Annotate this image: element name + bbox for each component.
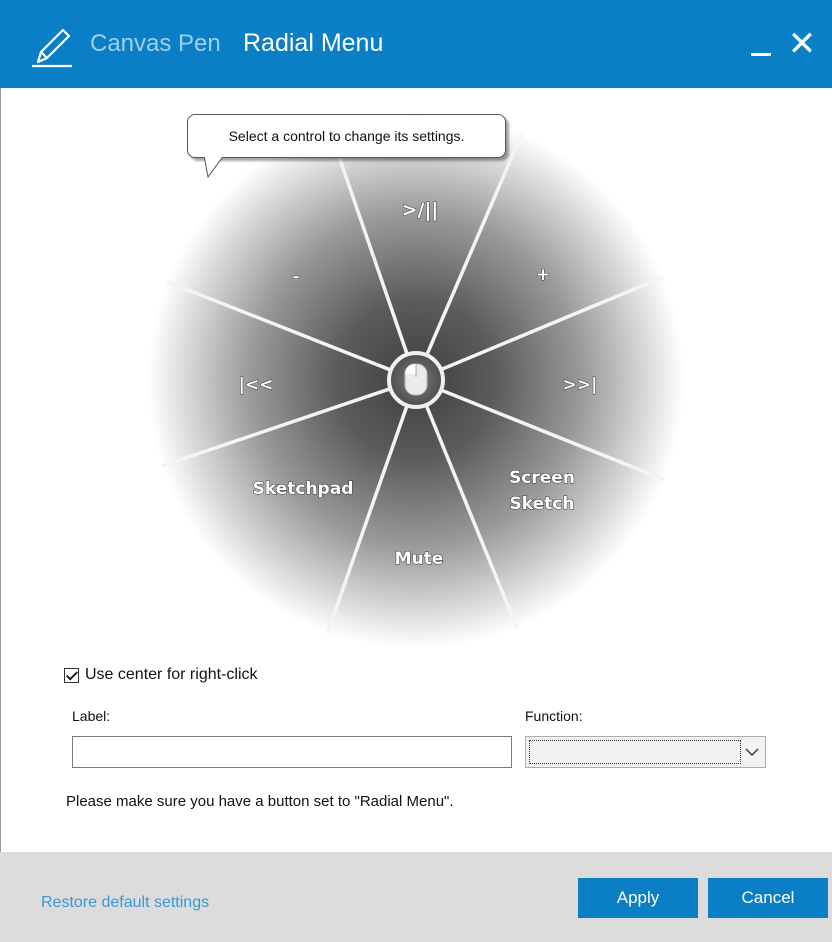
tooltip: Select a control to change its settings. bbox=[187, 114, 506, 158]
segment-label-mute: Mute bbox=[395, 549, 444, 569]
function-select-value bbox=[529, 740, 741, 764]
function-field-label: Function: bbox=[525, 708, 583, 724]
segment-label-previous-track: |<< bbox=[239, 375, 274, 395]
segment-sketchpad[interactable]: Sketchpad bbox=[252, 479, 354, 500]
tooltip-tail bbox=[203, 155, 225, 179]
minimize-button[interactable] bbox=[748, 22, 774, 62]
segment-label-play-pause: >/|| bbox=[402, 199, 439, 221]
center-button[interactable] bbox=[387, 351, 445, 409]
segment-volume-up[interactable]: + bbox=[535, 265, 550, 286]
hint-text: Please make sure you have a button set t… bbox=[66, 793, 454, 810]
segment-volume-down[interactable]: - bbox=[292, 267, 300, 288]
restore-defaults-link[interactable]: Restore default settings bbox=[41, 894, 209, 912]
use-center-label: Use center for right-click bbox=[85, 666, 258, 683]
segment-label-sketchpad: Sketchpad bbox=[253, 479, 354, 499]
label-field-label: Label: bbox=[72, 708, 111, 724]
use-center-checkbox[interactable] bbox=[64, 667, 79, 683]
tooltip-text: Select a control to change its settings. bbox=[228, 128, 465, 144]
segment-label-next-track: >>| bbox=[563, 375, 598, 395]
chevron-down-icon bbox=[745, 748, 759, 756]
segment-label-volume-up: + bbox=[536, 265, 550, 285]
close-icon: ✕ bbox=[787, 24, 817, 64]
radial-menu: >/|| + >>| Screen Sketch Mute Sketchpad … bbox=[148, 112, 684, 648]
window-title: Radial Menu bbox=[243, 29, 384, 57]
footer-bar: Restore default settings Apply Cancel bbox=[0, 852, 832, 942]
segment-label-screen-sketch-line1: Screen bbox=[509, 468, 575, 488]
close-button[interactable]: ✕ bbox=[784, 24, 820, 64]
label-input[interactable] bbox=[72, 736, 512, 768]
radial-menu-window: Canvas Pen Radial Menu ✕ >/|| + >>| Scre… bbox=[0, 0, 832, 942]
segment-label-volume-down: - bbox=[292, 267, 299, 287]
title-bar[interactable]: Canvas Pen Radial Menu ✕ bbox=[0, 0, 832, 88]
use-center-option[interactable]: Use center for right-click bbox=[64, 664, 258, 686]
cancel-button[interactable]: Cancel bbox=[708, 878, 828, 918]
apply-button[interactable]: Apply bbox=[578, 878, 698, 918]
app-name: Canvas Pen bbox=[90, 30, 221, 57]
segment-label-screen-sketch-line2: Sketch bbox=[510, 494, 575, 514]
function-select[interactable] bbox=[525, 736, 766, 768]
segment-play-pause[interactable]: >/|| bbox=[401, 199, 439, 222]
pen-icon bbox=[32, 28, 72, 68]
segment-next-track[interactable]: >>| bbox=[562, 375, 598, 396]
segment-previous-track[interactable]: |<< bbox=[238, 375, 274, 396]
mouse-icon bbox=[404, 363, 428, 396]
segment-mute[interactable]: Mute bbox=[394, 549, 444, 570]
